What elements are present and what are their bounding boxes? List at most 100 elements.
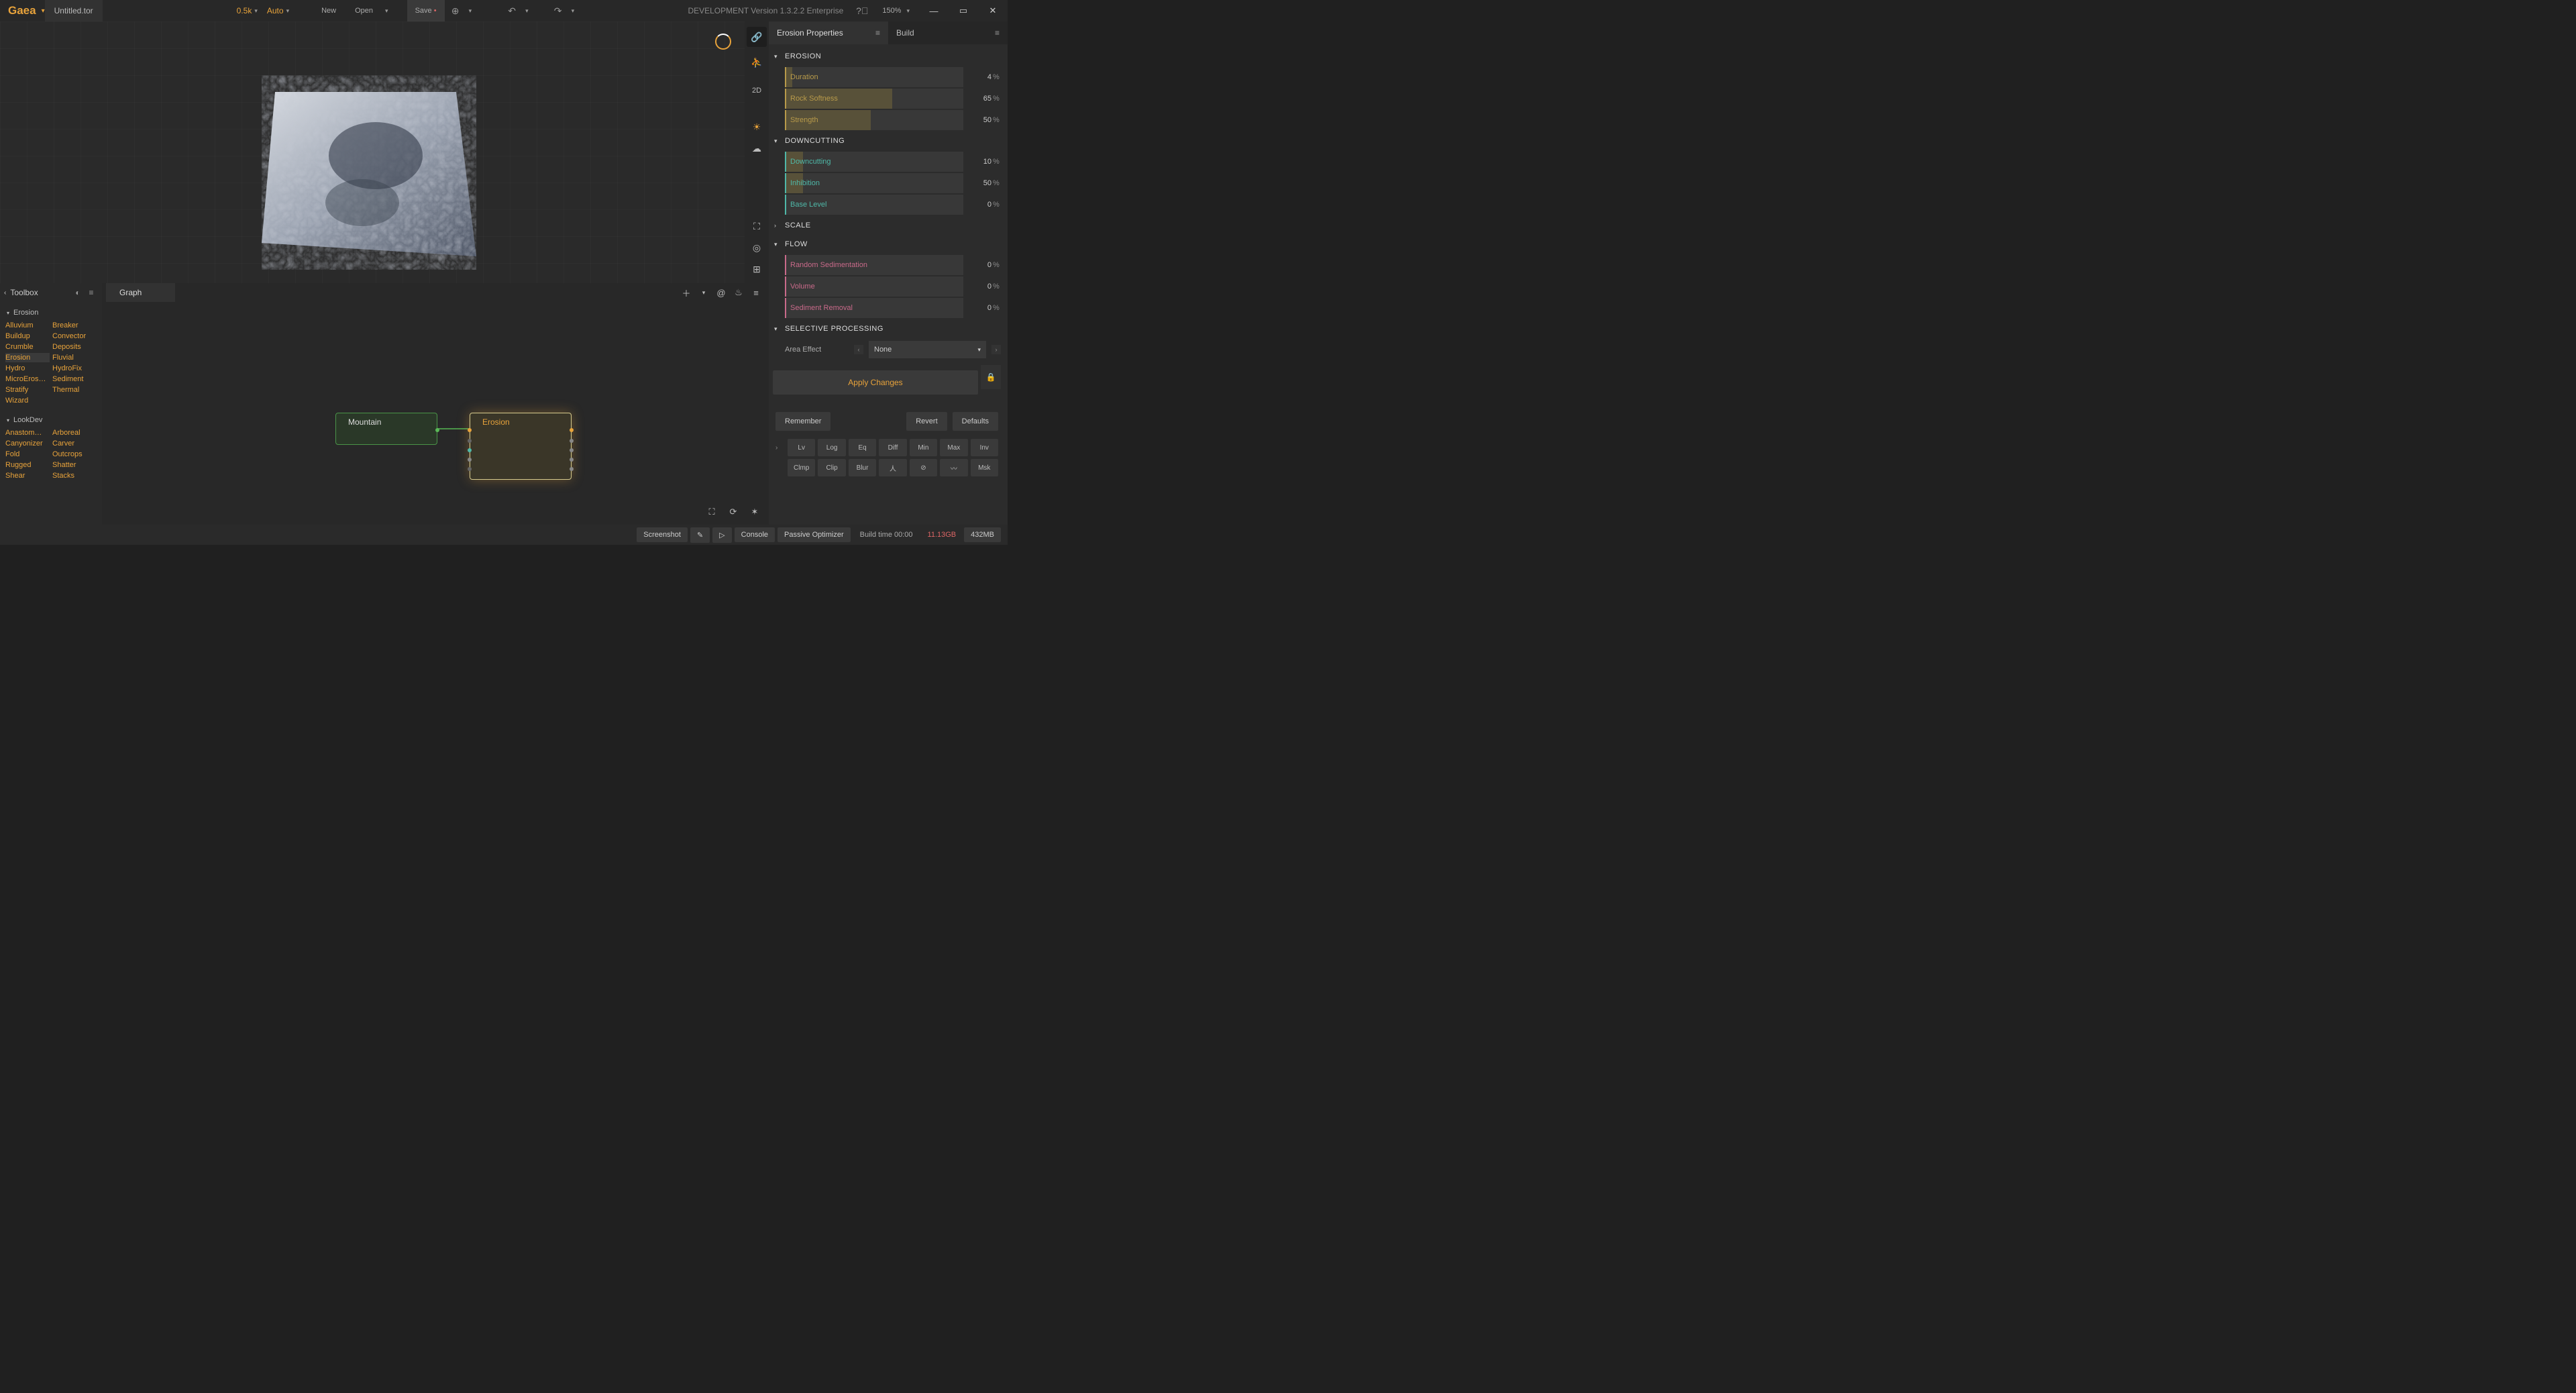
toolbox-item[interactable]: Erosion	[5, 353, 50, 362]
slider-duration[interactable]: Duration	[785, 67, 963, 87]
play-icon[interactable]: ▷	[712, 527, 731, 543]
chevron-down-icon[interactable]: ▾	[774, 241, 785, 248]
app-logo[interactable]: Gaea	[0, 4, 42, 17]
input-port[interactable]	[468, 467, 472, 471]
toolbox-item[interactable]: Stratify	[5, 385, 50, 395]
sm-disable[interactable]: ⊘	[910, 459, 937, 476]
maximize-button[interactable]: ▭	[949, 0, 978, 21]
save-button[interactable]: Save •	[407, 0, 445, 21]
chevron-right-icon[interactable]: ›	[775, 444, 785, 452]
auto-label[interactable]: Auto	[267, 6, 284, 15]
sm-person[interactable]: 人	[879, 459, 906, 476]
minimize-button[interactable]: —	[919, 0, 949, 21]
chevron-down-icon[interactable]: ▾	[774, 138, 785, 145]
toolbox-item[interactable]	[52, 396, 97, 405]
sm-clmp[interactable]: Clmp	[788, 459, 815, 476]
sm-clip[interactable]: Clip	[818, 459, 845, 476]
toolbox-item[interactable]: Wizard	[5, 396, 50, 405]
screenshot-button[interactable]: Screenshot	[637, 527, 688, 542]
graph-add-icon[interactable]: ＋	[679, 285, 694, 300]
output-port[interactable]	[570, 458, 574, 462]
grid-tool-icon[interactable]: ⊞	[747, 259, 767, 279]
toolbox-collapse-icon[interactable]: ‹	[4, 289, 6, 297]
open-caret[interactable]: ▾	[385, 7, 388, 15]
add-caret[interactable]: ▾	[469, 7, 472, 15]
redo-caret[interactable]: ▾	[572, 7, 575, 15]
toolbox-item[interactable]: Alluvium	[5, 321, 50, 330]
graph-add-caret[interactable]: ▾	[696, 285, 711, 300]
crop-tool-icon[interactable]: ⛶	[747, 216, 767, 236]
sm-lv[interactable]: Lv	[788, 439, 815, 456]
toolbox-item[interactable]: Buildup	[5, 331, 50, 341]
input-port[interactable]	[468, 428, 472, 432]
sm-diff[interactable]: Diff	[879, 439, 906, 456]
toolbox-item[interactable]: Carver	[52, 439, 97, 448]
tab-build[interactable]: Build ≡	[888, 21, 1008, 44]
new-button[interactable]: New	[312, 0, 345, 21]
edit-icon[interactable]: ✎	[690, 527, 710, 543]
output-port[interactable]	[570, 439, 574, 443]
chevron-down-icon[interactable]: ▾	[774, 53, 785, 60]
add-icon[interactable]: ⊕	[445, 0, 466, 21]
toolbox-item[interactable]: MicroEros…	[5, 374, 50, 384]
graph-at-icon[interactable]: @	[714, 285, 729, 300]
area-effect-select[interactable]: None ▾	[869, 341, 986, 358]
sm-msk[interactable]: Msk	[971, 459, 998, 476]
toolbox-item[interactable]: Hydro	[5, 364, 50, 373]
section-lookdev[interactable]: LookDev	[13, 416, 42, 424]
toolbox-item[interactable]: Anastom…	[5, 428, 50, 437]
graph-refresh-icon[interactable]: ⟳	[726, 505, 741, 519]
chevron-down-icon[interactable]: ▾	[7, 417, 9, 423]
toolbox-item[interactable]: Thermal	[52, 385, 97, 395]
toolbox-item[interactable]: HydroFix	[52, 364, 97, 373]
tab-menu-icon[interactable]: ≡	[995, 28, 1000, 38]
input-port[interactable]	[468, 439, 472, 443]
toolbox-item[interactable]: Fluvial	[52, 353, 97, 362]
auto-caret[interactable]: ▾	[286, 7, 290, 15]
slider-rock softness[interactable]: Rock Softness	[785, 89, 963, 109]
slider-sediment removal[interactable]: Sediment Removal	[785, 298, 963, 318]
sun-tool-icon[interactable]: ☀	[747, 117, 767, 137]
defaults-button[interactable]: Defaults	[953, 412, 998, 431]
zoom-label[interactable]: 150%	[882, 7, 901, 15]
sm-blur[interactable]: Blur	[849, 459, 876, 476]
section-selective[interactable]: SELECTIVE PROCESSING	[785, 325, 883, 333]
tab-properties[interactable]: Erosion Properties ≡	[769, 21, 888, 44]
sm-inv[interactable]: Inv	[971, 439, 998, 456]
toolbox-item[interactable]: Outcrops	[52, 450, 97, 459]
toolbox-item[interactable]: Shear	[5, 471, 50, 480]
section-erosion[interactable]: Erosion	[13, 309, 38, 317]
slider-base level[interactable]: Base Level	[785, 195, 963, 215]
lock-icon[interactable]: 🔒	[981, 365, 1001, 389]
2d-mode-button[interactable]: 2D	[747, 81, 767, 101]
slider-strength[interactable]: Strength	[785, 110, 963, 130]
revert-button[interactable]: Revert	[906, 412, 947, 431]
chevron-down-icon[interactable]: ▾	[774, 325, 785, 333]
resolution-label[interactable]: 0.5k	[237, 6, 252, 15]
compass-tool-icon[interactable]: ◎	[747, 238, 767, 258]
toolbox-item[interactable]: Crumble	[5, 342, 50, 352]
graph-fit-icon[interactable]: ⛶	[704, 505, 719, 519]
undo-caret[interactable]: ▾	[525, 7, 529, 15]
chevron-down-icon[interactable]: ▾	[7, 310, 9, 316]
output-port[interactable]	[570, 448, 574, 452]
toolbox-item[interactable]: Canyonizer	[5, 439, 50, 448]
toolbox-item[interactable]: Sediment	[52, 374, 97, 384]
toolbox-item[interactable]: Stacks	[52, 471, 97, 480]
node-erosion[interactable]: Erosion	[470, 413, 572, 480]
console-button[interactable]: Console	[735, 527, 775, 542]
graph-menu-icon[interactable]: ≡	[749, 285, 763, 300]
passive-optimizer-button[interactable]: Passive Optimizer	[777, 527, 851, 542]
toolbox-item[interactable]: Fold	[5, 450, 50, 459]
graph-flame-icon[interactable]: ♨	[731, 285, 746, 300]
undo-icon[interactable]: ↶	[501, 0, 523, 21]
sm-max[interactable]: Max	[940, 439, 967, 456]
toolbox-menu-icon[interactable]: ≡	[85, 288, 98, 297]
sm-wave[interactable]: 〰	[940, 459, 967, 476]
tab-menu-icon[interactable]: ≡	[875, 28, 880, 38]
toolbox-item[interactable]: Arboreal	[52, 428, 97, 437]
output-port[interactable]	[435, 428, 439, 432]
slider-inhibition[interactable]: Inhibition	[785, 173, 963, 193]
area-next-icon[interactable]: ›	[991, 345, 1001, 354]
viewport-3d[interactable]	[0, 21, 745, 283]
